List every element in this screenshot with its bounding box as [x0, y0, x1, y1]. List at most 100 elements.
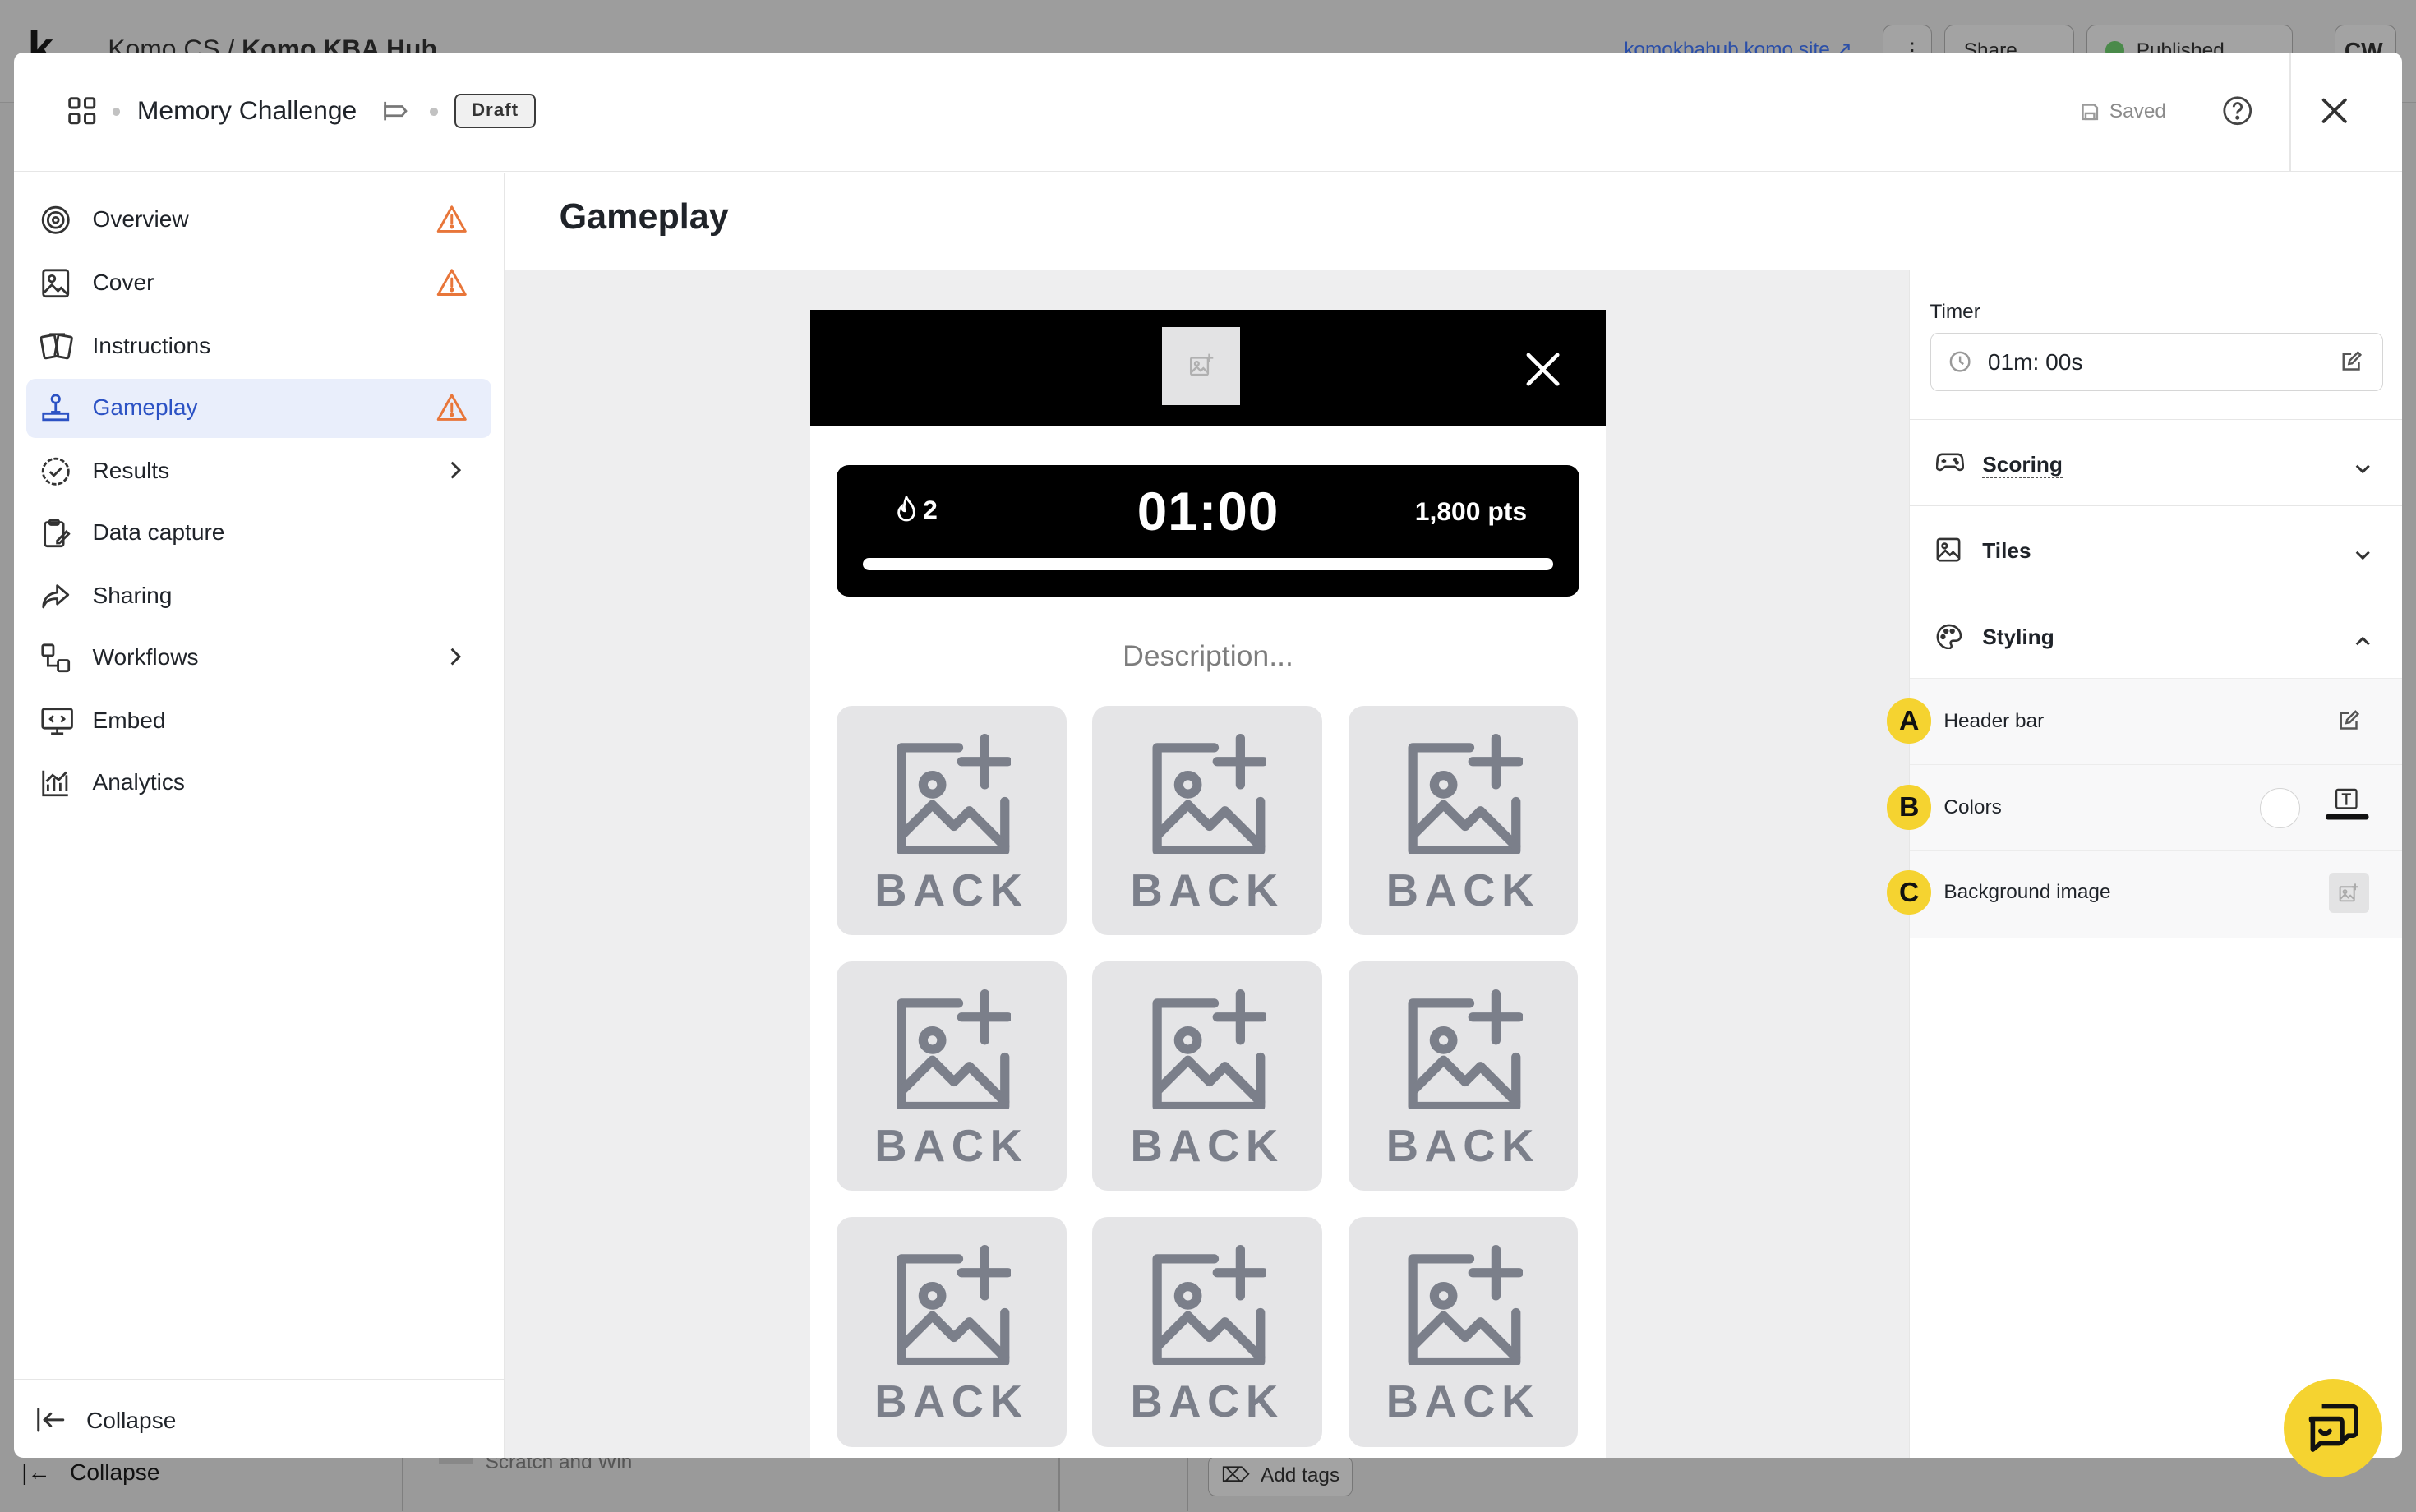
sidebar-item-label: Instructions — [92, 333, 211, 358]
styling-item-label: Header bar — [1943, 709, 2045, 732]
separator-dot — [430, 108, 438, 116]
memory-tile[interactable]: BACK — [837, 705, 1067, 936]
warning-icon — [436, 268, 468, 304]
add-image-icon — [1152, 733, 1267, 854]
divider — [1186, 1457, 1188, 1512]
edit-icon[interactable] — [2340, 350, 2363, 379]
timer-field[interactable]: 01m: 00s — [1930, 333, 2383, 392]
save-icon — [2082, 104, 2099, 121]
sidebar-item-analytics[interactable]: Analytics — [26, 754, 491, 812]
preview-header-bar[interactable] — [810, 309, 1606, 426]
memory-tile[interactable]: BACK — [1348, 961, 1578, 1192]
sidebar-item-data-capture[interactable]: Data capture — [26, 504, 491, 562]
add-image-icon — [897, 1245, 1011, 1366]
sidebar-item-workflows[interactable]: Workflows — [26, 629, 491, 687]
memory-tile[interactable]: BACK — [1348, 705, 1578, 936]
tile-back-label: BACK — [1386, 1121, 1540, 1172]
sidebar-item-gameplay[interactable]: Gameplay — [25, 379, 492, 438]
memory-tile[interactable]: BACK — [837, 961, 1067, 1192]
tile-back-label: BACK — [1130, 1121, 1284, 1172]
collapse-icon — [35, 1406, 67, 1441]
chat-support-button[interactable] — [2283, 1379, 2382, 1478]
add-tags-button[interactable]: ⌦ Add tags — [1208, 1455, 1353, 1496]
styling-item-label: Colors — [1943, 795, 2002, 818]
add-image-icon — [1152, 1245, 1267, 1366]
background-collapse-button[interactable]: |← Collapse — [21, 1459, 159, 1486]
clipboard-icon — [40, 518, 71, 555]
separator-dot — [112, 108, 121, 116]
sidebar-item-sharing[interactable]: Sharing — [26, 567, 491, 625]
callout-badge: C — [1887, 869, 1932, 915]
section-title: Gameplay — [559, 197, 729, 237]
section-label: Tiles — [1982, 538, 2031, 564]
background-color-swatch[interactable] — [2259, 788, 2300, 828]
sidebar-item-overview[interactable]: Overview — [26, 191, 491, 250]
background-image-thumbnail[interactable] — [2329, 873, 2369, 913]
section-scoring[interactable]: Scoring — [1910, 419, 2403, 506]
memory-tile[interactable]: BACK — [1092, 961, 1322, 1192]
add-image-icon — [897, 733, 1011, 854]
memory-tile[interactable]: BACK — [1092, 705, 1322, 936]
styling-item-header-bar[interactable]: A Header bar — [1887, 678, 2403, 765]
sidebar-item-instructions[interactable]: Instructions — [26, 317, 491, 376]
tile-back-label: BACK — [874, 1376, 1029, 1427]
warning-icon — [436, 393, 468, 429]
preview-canvas: 2 01:00 1,800 pts Description... BACK BAC… — [505, 270, 1910, 1458]
add-image-icon — [1408, 733, 1523, 854]
edit-icon[interactable] — [2338, 709, 2360, 738]
help-icon[interactable] — [2222, 95, 2253, 133]
sidebar-item-results[interactable]: Results — [26, 442, 491, 500]
palette-icon — [1936, 624, 1962, 657]
game-description[interactable]: Description... — [810, 639, 1606, 673]
sidebar-item-embed[interactable]: Embed — [26, 692, 491, 750]
tile-back-label: BACK — [874, 864, 1029, 915]
collapse-label: Collapse — [86, 1407, 177, 1433]
signpost-icon[interactable] — [380, 100, 408, 128]
section-label: Scoring — [1982, 452, 2063, 479]
add-image-icon — [1408, 1245, 1523, 1366]
chevron-right-icon — [447, 646, 463, 674]
main-header: Gameplay — [505, 173, 2402, 270]
timer-label: Timer — [1930, 300, 1980, 323]
section-tiles[interactable]: Tiles — [1910, 505, 2403, 592]
styling-item-label: Background image — [1943, 880, 2111, 903]
target-icon — [40, 205, 71, 242]
section-styling[interactable]: Styling — [1910, 592, 2403, 679]
sidebar-item-label: Data capture — [92, 519, 225, 545]
add-image-icon — [1152, 989, 1267, 1109]
gamepad-icon — [1935, 451, 1965, 479]
callout-badge: A — [1887, 698, 1932, 744]
score-bar: 2 01:00 1,800 pts — [837, 465, 1579, 597]
status-badge: Draft — [454, 94, 536, 128]
settings-panel: Timer 01m: 00s Scoring Tiles Styling A H… — [1887, 270, 2403, 1458]
styling-item-background-image[interactable]: C Background image — [1887, 850, 2403, 938]
styling-item-colors[interactable]: B Colors — [1887, 764, 2403, 851]
add-image-icon — [1408, 989, 1523, 1109]
sidebar-item-cover[interactable]: Cover — [26, 254, 491, 312]
sidebar-item-label: Analytics — [92, 768, 185, 795]
header-divider — [2289, 52, 2292, 172]
tile-back-label: BACK — [1386, 864, 1540, 915]
chat-bubble-icon — [2308, 1404, 2358, 1453]
text-color-icon[interactable] — [2326, 788, 2369, 828]
sidebar-item-label: Overview — [92, 206, 189, 233]
sidebar-item-label: Workflows — [92, 643, 199, 670]
memory-tile[interactable]: BACK — [1348, 1217, 1578, 1447]
sidebar-item-label: Embed — [92, 707, 166, 733]
share-arrow-icon — [40, 581, 71, 619]
section-label: Styling — [1982, 625, 2054, 650]
close-icon[interactable] — [2319, 95, 2350, 133]
memory-tile[interactable]: BACK — [1092, 1217, 1322, 1447]
add-image-icon — [897, 989, 1011, 1109]
logo-placeholder[interactable] — [1161, 326, 1241, 406]
collapse-button[interactable]: Collapse — [13, 1379, 505, 1458]
page-title[interactable]: Memory Challenge — [137, 95, 357, 126]
memory-tile[interactable]: BACK — [837, 1217, 1067, 1447]
collapse-icon: |← — [21, 1459, 51, 1485]
chevron-down-icon — [2354, 454, 2372, 482]
close-icon[interactable] — [1525, 352, 1561, 394]
tile-back-label: BACK — [1386, 1376, 1540, 1427]
tile-back-label: BACK — [1130, 1376, 1284, 1427]
cards-icon — [39, 331, 74, 369]
apps-grid-icon[interactable] — [67, 95, 98, 133]
